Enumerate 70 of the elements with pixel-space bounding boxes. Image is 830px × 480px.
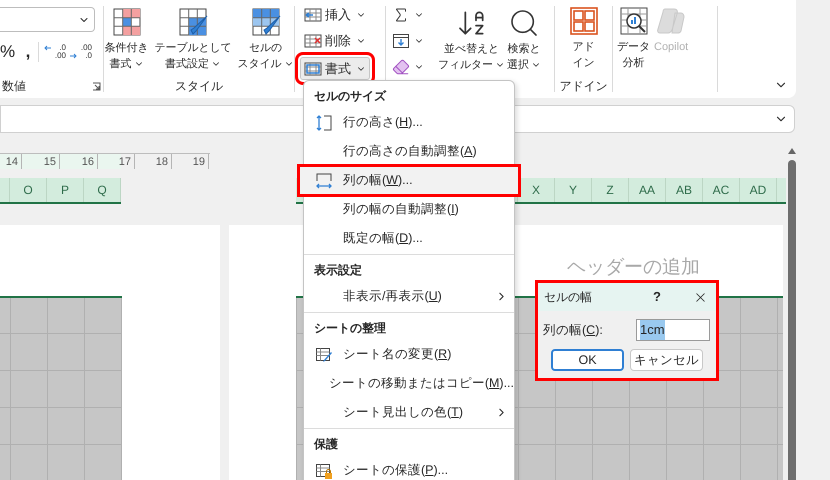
help-button[interactable]: ? bbox=[653, 287, 661, 307]
comma-style-button[interactable]: , bbox=[22, 42, 34, 62]
conditional-format-icon bbox=[110, 6, 142, 38]
column-header[interactable]: AA bbox=[629, 178, 666, 202]
table-brush-icon bbox=[177, 6, 209, 38]
column-header[interactable]: O bbox=[10, 178, 47, 202]
increase-decimal-button[interactable]: .0 .00 bbox=[44, 44, 66, 60]
ruler-number: 17 bbox=[118, 156, 131, 168]
decrease-decimal-button[interactable]: .00 .0 bbox=[70, 44, 92, 60]
column-width-icon bbox=[315, 172, 333, 190]
analyze-data-button[interactable]: データ 分析 bbox=[617, 0, 650, 76]
scroll-up-icon[interactable] bbox=[788, 148, 796, 154]
ruler-number: 16 bbox=[82, 156, 94, 168]
cell-styles-button[interactable]: セルの スタイル bbox=[238, 1, 294, 77]
menu-item[interactable]: 既定の幅(D)... bbox=[304, 224, 514, 253]
arrow-left-icon bbox=[44, 45, 51, 51]
column-header[interactable]: Z bbox=[592, 178, 629, 202]
delete-cells-icon bbox=[304, 32, 322, 48]
ruler-number: 18 bbox=[156, 156, 168, 168]
ruler-number: 15 bbox=[44, 156, 56, 168]
field-label: 列の幅(C): bbox=[543, 322, 603, 339]
group-label: 数値 bbox=[1, 78, 26, 95]
menu-item[interactable]: 列の幅(W)... bbox=[299, 166, 519, 195]
add-ins-icon bbox=[568, 5, 600, 37]
table-pencil-icon bbox=[315, 346, 333, 364]
column-header[interactable]: AB bbox=[666, 178, 703, 202]
analyze-data-icon bbox=[618, 5, 650, 37]
find-select-button[interactable]: 検索と 選択 bbox=[507, 2, 541, 78]
fill-down-icon bbox=[392, 32, 410, 50]
dialog-title: セルの幅 bbox=[544, 289, 592, 306]
ruler-number: 14 bbox=[6, 156, 18, 168]
column-header[interactable]: Y bbox=[555, 178, 592, 202]
format-cells-icon bbox=[304, 60, 322, 76]
conditional-format-button[interactable]: 条件付き 書式 bbox=[104, 1, 148, 77]
column-header[interactable]: Q bbox=[84, 178, 121, 202]
ok-button[interactable]: OK bbox=[551, 349, 624, 371]
group-label: スタイル bbox=[175, 78, 223, 95]
column-header[interactable]: AD bbox=[740, 178, 777, 202]
menu-item[interactable]: 行の高さ(H)... bbox=[304, 108, 514, 137]
menu-section-title: 保護 bbox=[314, 436, 338, 452]
column-width-field[interactable]: 1cm bbox=[636, 319, 710, 341]
menu-item[interactable]: シート名の変更(R) bbox=[304, 340, 514, 369]
menu-item[interactable]: シート見出しの色(T) bbox=[304, 398, 514, 427]
add-ins-button[interactable]: アド イン bbox=[568, 0, 600, 76]
column-header[interactable]: P bbox=[47, 178, 84, 202]
cancel-button[interactable]: キャンセル bbox=[630, 349, 703, 371]
group-label: アドイン bbox=[560, 78, 608, 95]
insert-cells-icon bbox=[304, 6, 322, 22]
number-format-field[interactable] bbox=[0, 7, 95, 32]
menu-item[interactable]: シートの保護(P)... bbox=[304, 456, 514, 480]
column-header[interactable]: AC bbox=[703, 178, 740, 202]
menu-item[interactable]: 行の高さの自動調整(A) bbox=[304, 137, 514, 166]
row-height-icon bbox=[315, 114, 333, 132]
arrow-right-icon bbox=[70, 53, 77, 59]
sort-filter-button[interactable]: 並べ替えと フィルター bbox=[438, 2, 505, 78]
dialog-launcher-icon[interactable] bbox=[92, 82, 101, 90]
menu-item[interactable]: シートの移動またはコピー(M)... bbox=[304, 369, 514, 398]
insert-cells-button[interactable]: 挿入 bbox=[300, 3, 370, 26]
scrollbar-thumb[interactable] bbox=[788, 160, 796, 480]
menu-item[interactable]: 非表示/再表示(U) bbox=[304, 282, 514, 311]
menu-item[interactable]: 列の幅の自動調整(I) bbox=[304, 195, 514, 224]
menu-section-title: 表示設定 bbox=[314, 262, 362, 278]
ruler-number: 19 bbox=[192, 156, 205, 168]
menu-section-title: シートの整理 bbox=[314, 320, 386, 336]
delete-cells-button[interactable]: 削除 bbox=[300, 29, 370, 52]
menu-section-title: セルのサイズ bbox=[314, 88, 386, 104]
percent-button[interactable]: % bbox=[0, 42, 14, 62]
format-as-table-button[interactable]: テーブルとして 書式設定 bbox=[154, 1, 232, 77]
cell-style-brush-icon bbox=[250, 6, 282, 38]
eraser-icon bbox=[392, 58, 410, 76]
